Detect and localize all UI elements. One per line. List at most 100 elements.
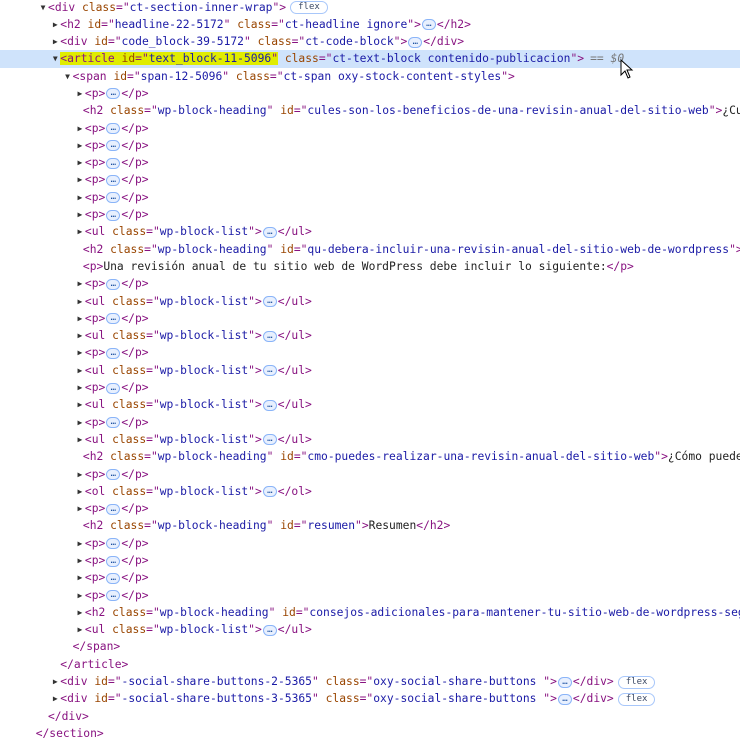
node-content[interactable]: </section> bbox=[36, 725, 104, 742]
collapsed-content-ellipsis-button[interactable]: … bbox=[106, 140, 121, 152]
attribute-value[interactable]: ct-code-block bbox=[305, 35, 393, 48]
dom-node-row[interactable]: ▶ <p>… </p> bbox=[0, 535, 740, 552]
expand-triangle-closed-icon[interactable]: ▶ bbox=[76, 293, 84, 310]
expand-triangle-closed-icon[interactable]: ▶ bbox=[76, 483, 84, 500]
attribute-value[interactable]: resumen bbox=[307, 519, 355, 532]
expand-triangle-closed-icon[interactable]: ▶ bbox=[76, 535, 84, 552]
node-content[interactable]: <p>… </p> bbox=[85, 344, 149, 361]
expand-triangle-closed-icon[interactable]: ▶ bbox=[76, 414, 84, 431]
collapsed-content-ellipsis-button[interactable]: … bbox=[106, 555, 121, 567]
node-content[interactable]: <div id="-social-share-buttons-2-5365" c… bbox=[60, 673, 656, 690]
expand-triangle-closed-icon[interactable]: ▶ bbox=[76, 362, 84, 379]
collapsed-content-ellipsis-button[interactable]: … bbox=[106, 157, 121, 169]
collapsed-content-ellipsis-button[interactable]: … bbox=[106, 590, 121, 602]
node-content[interactable]: <p>… </p> bbox=[85, 587, 149, 604]
expand-triangle-closed-icon[interactable]: ▶ bbox=[76, 569, 84, 586]
dom-node-row[interactable]: ▶ <div id="code_block-39-5172" class="ct-… bbox=[0, 33, 740, 50]
expand-triangle-closed-icon[interactable]: ▶ bbox=[76, 223, 84, 240]
attribute-value[interactable]: ct-span oxy-stock-content-styles bbox=[284, 70, 502, 83]
attribute-value[interactable]: wp-block-list bbox=[160, 295, 248, 308]
node-content[interactable]: <ul class="wp-block-list">… </ul> bbox=[85, 293, 312, 310]
dom-node-row[interactable]: ▶ <p>… </p> bbox=[0, 414, 740, 431]
attribute-value[interactable]: cmo-puedes-realizar-una-revisin-anual-de… bbox=[307, 450, 654, 463]
expand-triangle-closed-icon[interactable]: ▶ bbox=[76, 604, 84, 621]
collapsed-content-ellipsis-button[interactable]: … bbox=[262, 434, 277, 446]
attribute-value[interactable]: wp-block-heading bbox=[158, 104, 267, 117]
attribute-name[interactable]: class bbox=[112, 485, 146, 498]
node-content[interactable]: <div class="ct-section-inner-wrap"> flex bbox=[48, 0, 328, 16]
dom-node-row[interactable]: ▶ <p>… </p> bbox=[0, 206, 740, 223]
expand-triangle-open-icon[interactable]: ▼ bbox=[51, 50, 59, 67]
collapsed-content-ellipsis-button[interactable]: … bbox=[262, 624, 277, 636]
node-content[interactable]: <p>… </p> bbox=[85, 137, 149, 154]
collapsed-content-ellipsis-button[interactable]: … bbox=[106, 382, 121, 394]
attribute-value[interactable]: oxy-social-share-buttons bbox=[373, 675, 543, 688]
attribute-name[interactable]: id bbox=[280, 450, 294, 463]
dom-node-row[interactable]: ▶ <ul class="wp-block-list">… </ul> bbox=[0, 362, 740, 379]
dom-node-row[interactable]: </div> bbox=[0, 708, 740, 725]
attribute-name[interactable]: class bbox=[258, 35, 292, 48]
attribute-value[interactable]: wp-block-heading bbox=[158, 243, 267, 256]
attribute-value[interactable]: oxy-social-share-buttons bbox=[373, 692, 543, 705]
attribute-value[interactable]: qu-debera-incluir-una-revisin-anual-del-… bbox=[307, 243, 729, 256]
attribute-name[interactable]: class bbox=[112, 623, 146, 636]
node-content[interactable]: <p>… </p> bbox=[85, 414, 149, 431]
collapsed-content-ellipsis-button[interactable]: … bbox=[106, 123, 121, 135]
dom-node-row[interactable]: ▶ <p>… </p> bbox=[0, 500, 740, 517]
expand-triangle-closed-icon[interactable]: ▶ bbox=[51, 16, 59, 33]
text-node[interactable]: Resumen bbox=[369, 519, 417, 532]
dom-node-row[interactable]: ▶ <p>… </p> bbox=[0, 379, 740, 396]
collapsed-content-ellipsis-button[interactable]: … bbox=[106, 503, 121, 515]
node-content[interactable]: <p>… </p> bbox=[85, 466, 149, 483]
node-content[interactable]: <p>… </p> bbox=[85, 154, 149, 171]
dom-node-row[interactable]: ▶ <p>… </p> bbox=[0, 171, 740, 188]
expand-triangle-closed-icon[interactable]: ▶ bbox=[76, 85, 84, 102]
attribute-name[interactable]: id bbox=[113, 70, 127, 83]
attribute-value[interactable]: wp-block-list bbox=[160, 433, 248, 446]
node-content[interactable]: <p>… </p> bbox=[85, 552, 149, 569]
collapsed-content-ellipsis-button[interactable]: … bbox=[106, 192, 121, 204]
node-content[interactable]: <h2 id="headline-22-5172" class="ct-head… bbox=[60, 16, 471, 33]
collapsed-content-ellipsis-button[interactable]: … bbox=[106, 469, 121, 481]
node-content[interactable]: <ul class="wp-block-list">… </ul> bbox=[85, 621, 312, 638]
node-content[interactable]: </span> bbox=[73, 638, 121, 655]
expand-triangle-closed-icon[interactable]: ▶ bbox=[76, 431, 84, 448]
expand-triangle-closed-icon[interactable]: ▶ bbox=[76, 621, 84, 638]
node-content[interactable]: <h2 class="wp-block-heading" id="cules-s… bbox=[83, 102, 740, 119]
collapsed-content-ellipsis-button[interactable]: … bbox=[106, 174, 121, 186]
collapsed-content-ellipsis-button[interactable]: … bbox=[106, 88, 121, 100]
attribute-name[interactable]: class bbox=[112, 433, 146, 446]
attribute-value[interactable]: wp-block-list bbox=[160, 623, 248, 636]
text-node[interactable]: ¿Cómo puedes r bbox=[668, 450, 740, 463]
node-content[interactable]: <p>… </p> bbox=[85, 535, 149, 552]
attribute-name[interactable]: class bbox=[110, 243, 144, 256]
attribute-value[interactable]: wp-block-list bbox=[160, 329, 248, 342]
expand-triangle-closed-icon[interactable]: ▶ bbox=[76, 137, 84, 154]
collapsed-content-ellipsis-button[interactable]: … bbox=[421, 19, 436, 31]
expand-triangle-closed-icon[interactable]: ▶ bbox=[76, 189, 84, 206]
attribute-name[interactable]: class bbox=[112, 364, 146, 377]
collapsed-content-ellipsis-button[interactable]: … bbox=[106, 347, 121, 359]
node-content[interactable]: <ol class="wp-block-list">… </ol> bbox=[85, 483, 312, 500]
expand-triangle-closed-icon[interactable]: ▶ bbox=[76, 120, 84, 137]
attribute-name[interactable]: class bbox=[326, 675, 360, 688]
attribute-value[interactable]: wp-block-heading bbox=[160, 606, 269, 619]
node-content[interactable]: <ul class="wp-block-list">… </ul> bbox=[85, 327, 312, 344]
dom-node-row[interactable]: ▶ <h2 class="wp-block-heading" id="consej… bbox=[0, 604, 740, 621]
expand-triangle-closed-icon[interactable]: ▶ bbox=[76, 327, 84, 344]
attribute-value[interactable]: wp-block-list bbox=[160, 398, 248, 411]
collapsed-content-ellipsis-button[interactable]: … bbox=[557, 693, 572, 705]
dom-node-row[interactable]: ▼ <div class="ct-section-inner-wrap"> flex bbox=[0, 0, 740, 16]
attribute-name[interactable]: id bbox=[282, 606, 296, 619]
attribute-name[interactable]: class bbox=[112, 329, 146, 342]
text-node[interactable]: Una revisión anual de tu sitio web de Wo… bbox=[103, 260, 606, 273]
attribute-name[interactable]: id bbox=[122, 52, 136, 65]
dom-node-row[interactable]: <h2 class="wp-block-heading" id="cmo-pue… bbox=[0, 448, 740, 465]
attribute-value[interactable]: wp-block-list bbox=[160, 485, 248, 498]
attribute-value[interactable]: cules-son-los-beneficios-de-una-revisin-… bbox=[307, 104, 708, 117]
attribute-name[interactable]: class bbox=[237, 18, 271, 31]
dom-node-row[interactable]: ▶ <p>… </p> bbox=[0, 344, 740, 361]
attribute-name[interactable]: id bbox=[88, 18, 102, 31]
dom-node-row[interactable]: ▶ <div id="-social-share-buttons-2-5365" … bbox=[0, 673, 740, 690]
expand-triangle-closed-icon[interactable]: ▶ bbox=[76, 154, 84, 171]
